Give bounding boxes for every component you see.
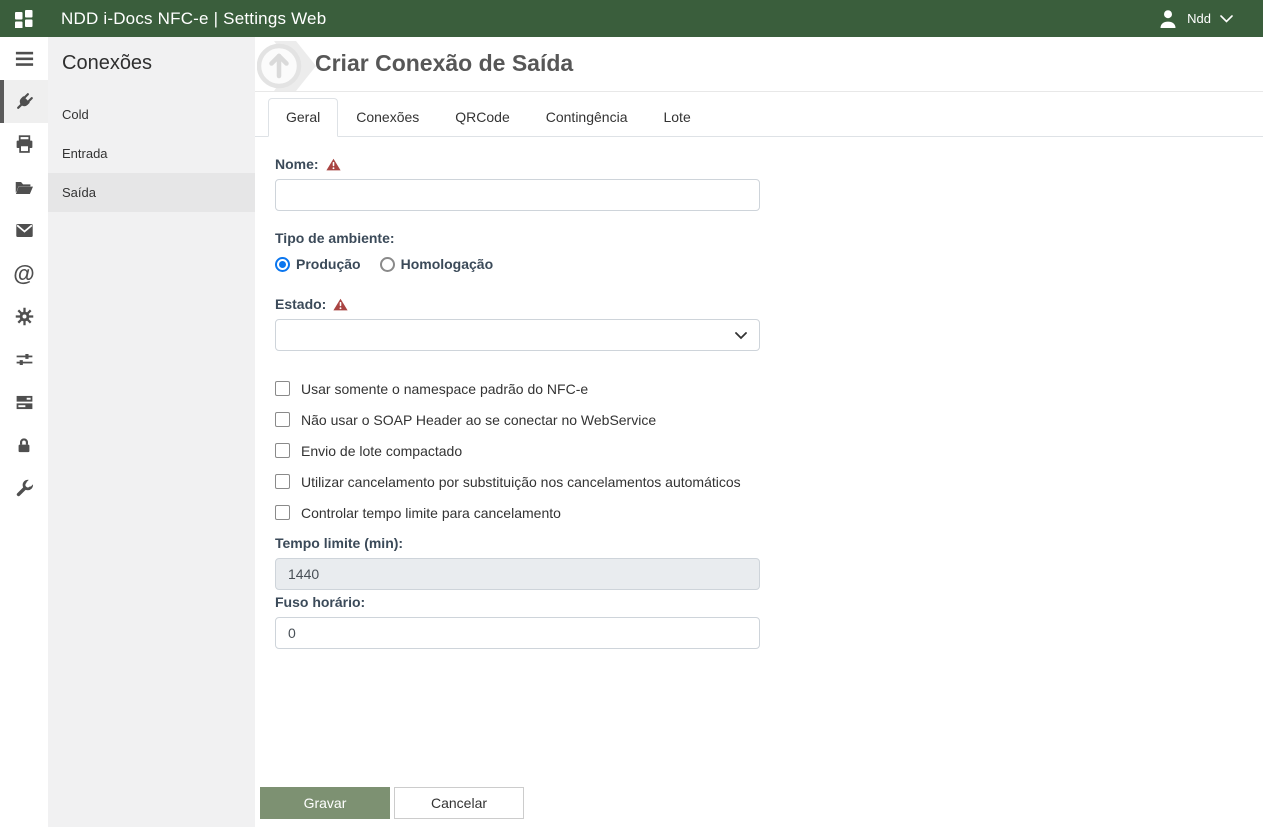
lock-icon (18, 438, 30, 453)
checkbox-icon (275, 381, 290, 396)
app-header: NDD i-Docs NFC-e | Settings Web Ndd (0, 0, 1263, 37)
page-title: Criar Conexão de Saída (315, 50, 574, 76)
radio-homologacao-label: Homologação (400, 256, 494, 272)
page-title-row: Criar Conexão de Saída (255, 37, 1263, 92)
server-icon (16, 395, 32, 410)
checkbox-cancelamento-substituicao-label: Utilizar cancelamento por substituição n… (301, 473, 741, 490)
user-icon (1160, 10, 1176, 28)
nome-label-row: Nome: (275, 156, 760, 172)
cancel-button[interactable]: Cancelar (394, 787, 524, 819)
tempo-limite-input (275, 558, 760, 590)
options-checkbox-group: Usar somente o namespace padrão do NFC-e… (275, 379, 760, 522)
printer-icon (16, 135, 32, 153)
nome-input[interactable] (275, 179, 760, 211)
plug-icon (17, 92, 33, 109)
rail-item-servers[interactable] (0, 381, 48, 424)
tab-lote[interactable]: Lote (645, 98, 708, 137)
checkbox-icon (275, 505, 290, 520)
required-warning-icon (333, 298, 348, 310)
checkbox-tempo-limite-label: Controlar tempo limite para cancelamento (301, 504, 561, 521)
checkbox-icon (275, 474, 290, 489)
apps-grid-icon (15, 9, 33, 28)
sidebar-item-cold[interactable]: Cold (48, 95, 255, 134)
checkbox-tempo-limite[interactable]: Controlar tempo limite para cancelamento (275, 503, 760, 522)
app-title: NDD i-Docs NFC-e | Settings Web (61, 8, 327, 28)
checkbox-icon (275, 412, 290, 427)
user-name: Ndd (1187, 11, 1211, 26)
rail-item-tools[interactable] (0, 467, 48, 510)
estado-label-row: Estado: (275, 296, 760, 312)
chevron-down-icon (735, 332, 747, 340)
envelope-icon (15, 224, 33, 237)
rail-item-email-at[interactable]: @ (0, 252, 48, 295)
radio-selected-icon (275, 256, 290, 272)
sidebar-connections: Conexões Cold Entrada Saída (48, 37, 255, 827)
tipo-ambiente-radio-group: Produção Homologação (275, 256, 760, 272)
radio-unselected-icon (379, 256, 395, 272)
create-connection-watermark-icon (257, 41, 316, 91)
folder-open-icon (15, 181, 33, 194)
radio-homologacao[interactable]: Homologação (379, 256, 494, 272)
icon-rail: @ (0, 37, 48, 827)
tab-contingencia[interactable]: Contingência (528, 98, 646, 137)
checkbox-icon (275, 443, 290, 458)
app-launcher-button[interactable] (0, 0, 48, 37)
rail-item-menu[interactable] (0, 37, 48, 80)
required-warning-icon (325, 158, 341, 170)
form-actions: Gravar Cancelar (260, 787, 524, 819)
checkbox-lote-compactado[interactable]: Envio de lote compactado (275, 441, 760, 460)
save-button[interactable]: Gravar (260, 787, 390, 819)
geral-form: Nome: Tipo de ambiente: Produção Homolog… (255, 137, 760, 649)
radio-producao-label: Produção (296, 256, 361, 272)
tempo-limite-label: Tempo limite (min): (275, 535, 760, 551)
rail-item-printers[interactable] (0, 123, 48, 166)
sidebar-title: Conexões (62, 52, 153, 74)
checkbox-namespace-label: Usar somente o namespace padrão do NFC-e (301, 380, 589, 397)
gear-icon (15, 307, 33, 326)
fuso-horario-label-text: Fuso horário: (275, 594, 366, 610)
chevron-down-icon (1220, 14, 1233, 23)
radio-producao[interactable]: Produção (275, 256, 361, 272)
nome-label: Nome: (275, 156, 319, 172)
tab-geral[interactable]: Geral (268, 98, 339, 137)
rail-item-preferences[interactable] (0, 338, 48, 381)
checkbox-lote-compactado-label: Envio de lote compactado (301, 442, 463, 459)
fuso-horario-input[interactable] (275, 617, 760, 649)
tipo-ambiente-label: Tipo de ambiente: (275, 230, 760, 246)
estado-select[interactable] (275, 319, 760, 351)
wrench-icon (16, 478, 35, 497)
user-menu[interactable]: Ndd (1158, 8, 1263, 29)
rail-item-security[interactable] (0, 424, 48, 467)
sliders-icon (16, 353, 32, 366)
at-sign-icon: @ (13, 260, 35, 286)
tipo-ambiente-label-text: Tipo de ambiente: (275, 230, 395, 246)
hamburger-icon (15, 51, 33, 66)
tempo-limite-label-text: Tempo limite (min): (275, 535, 404, 551)
estado-label: Estado: (275, 296, 327, 312)
checkbox-soap-header[interactable]: Não usar o SOAP Header ao se conectar no… (275, 410, 760, 429)
rail-item-mail[interactable] (0, 209, 48, 252)
sidebar-item-saida[interactable]: Saída (48, 173, 255, 212)
checkbox-cancelamento-substituicao[interactable]: Utilizar cancelamento por substituição n… (275, 472, 760, 491)
tab-qrcode[interactable]: QRCode (437, 98, 527, 137)
tab-conexoes[interactable]: Conexões (338, 98, 437, 137)
checkbox-soap-header-label: Não usar o SOAP Header ao se conectar no… (301, 411, 657, 428)
checkbox-namespace[interactable]: Usar somente o namespace padrão do NFC-e (275, 379, 760, 398)
rail-item-folders[interactable] (0, 166, 48, 209)
sidebar-item-entrada[interactable]: Entrada (48, 134, 255, 173)
fuso-horario-label: Fuso horário: (275, 594, 760, 610)
rail-item-settings[interactable] (0, 295, 48, 338)
rail-item-connections[interactable] (0, 80, 48, 123)
tab-bar: Geral Conexões QRCode Contingência Lote (255, 98, 1263, 137)
main-content: Criar Conexão de Saída Geral Conexões QR… (255, 37, 1263, 827)
